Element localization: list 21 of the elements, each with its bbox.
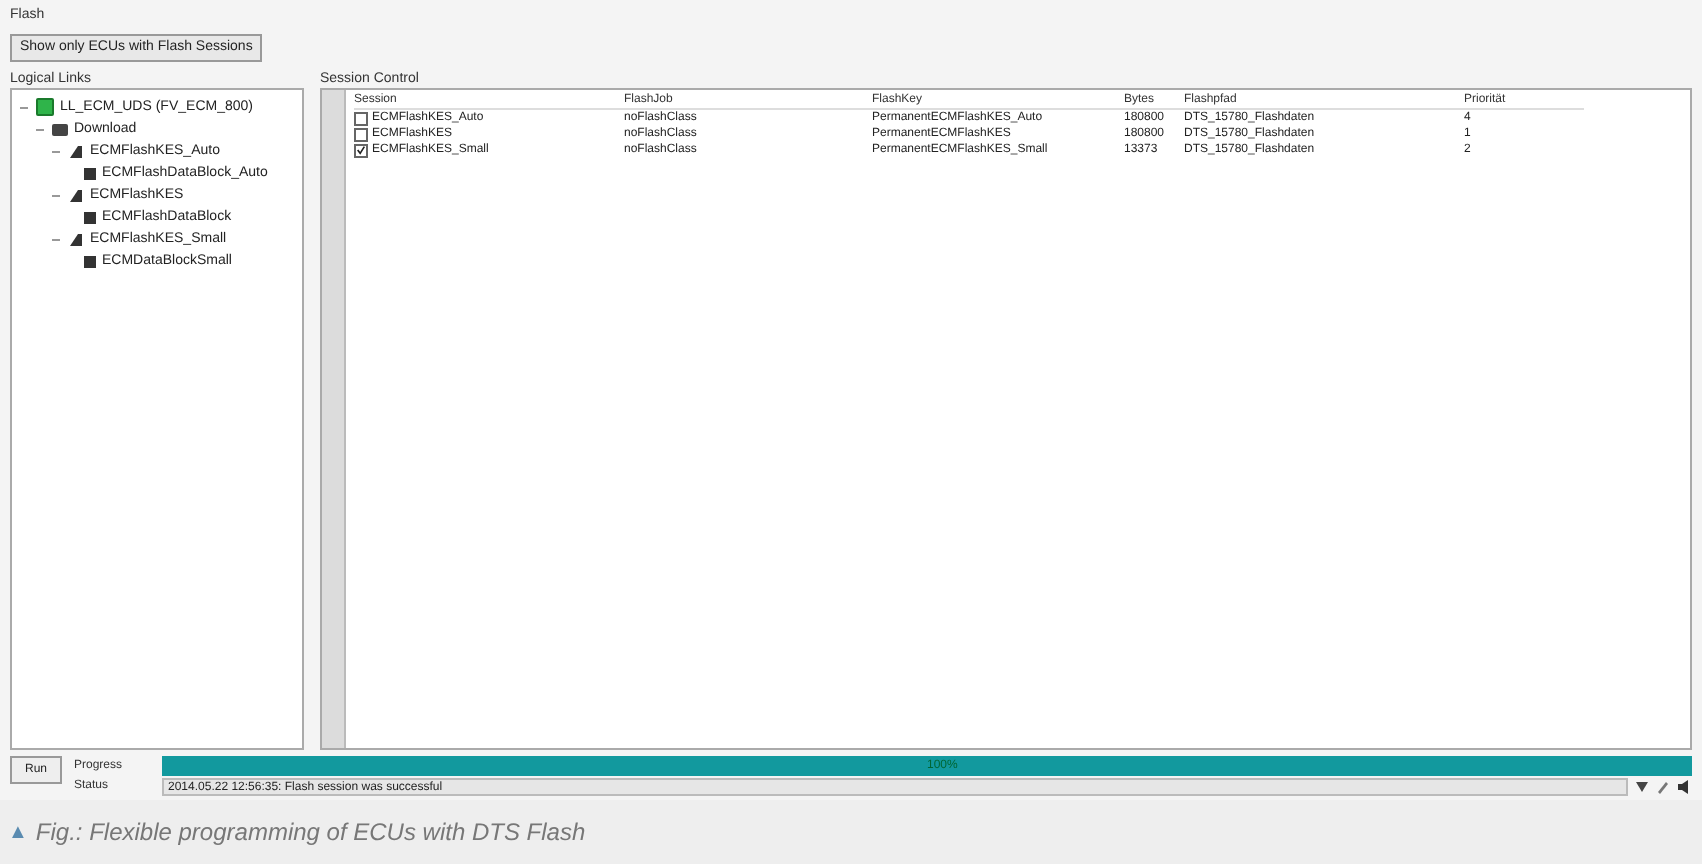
block-icon: [84, 167, 96, 179]
folder-icon: [52, 123, 68, 135]
collapse-icon[interactable]: [50, 189, 62, 201]
block-icon: [84, 211, 96, 223]
checkbox[interactable]: [354, 143, 368, 157]
speaker-icon[interactable]: [1678, 780, 1692, 794]
ecu-icon: [36, 98, 54, 116]
collapse-icon[interactable]: [50, 233, 62, 245]
dropdown-icon[interactable]: [1636, 782, 1648, 792]
checkbox[interactable]: [354, 127, 368, 141]
flash-icon: [68, 143, 84, 159]
collapse-icon[interactable]: [50, 145, 62, 157]
block-icon: [84, 255, 96, 267]
checkbox[interactable]: [354, 111, 368, 125]
pencil-icon[interactable]: [1656, 780, 1670, 794]
collapse-icon[interactable]: [18, 101, 30, 113]
flash-icon: [68, 187, 84, 203]
figure-caption: Fig.: Flexible programming of ECUs with DTS Flash: [35, 816, 586, 850]
collapse-icon[interactable]: [34, 123, 46, 135]
caption-marker: ▲: [8, 819, 28, 847]
flash-icon: [68, 231, 84, 247]
